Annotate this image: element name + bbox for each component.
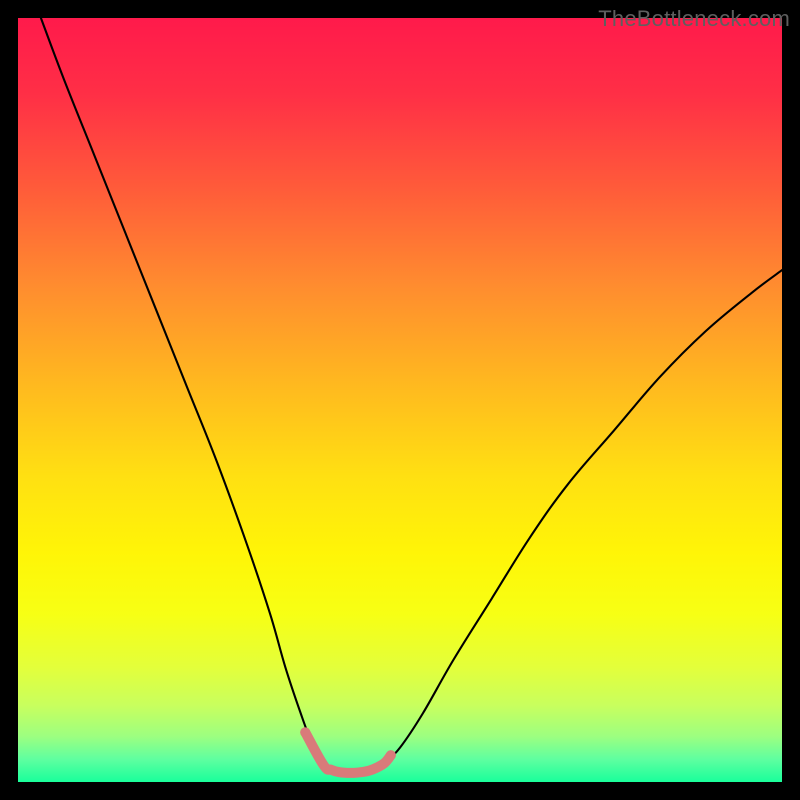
chart-frame: TheBottleneck.com	[0, 0, 800, 800]
highlight-endpoint	[386, 750, 396, 760]
chart-svg	[18, 18, 782, 782]
watermark-label: TheBottleneck.com	[598, 6, 790, 32]
plot-area	[18, 18, 782, 782]
highlight-endpoint	[300, 727, 310, 737]
heatmap-background	[18, 18, 782, 782]
